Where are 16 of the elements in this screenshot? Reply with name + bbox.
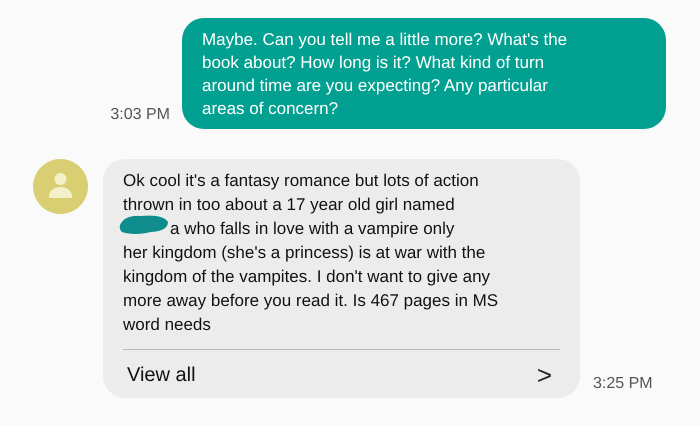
- view-all-button[interactable]: View all: [123, 360, 200, 390]
- message-text: Ok cool it's a fantasy romance but lots of action: [123, 170, 479, 192]
- message-time: 3:03 PM: [110, 105, 170, 125]
- message-time: 3:25 PM: [593, 374, 653, 394]
- message-text: areas of concern?: [202, 98, 338, 120]
- message-text: more away before you read it. Is 467 pages in MS: [123, 290, 498, 312]
- message-text: her kingdom (she's a princess) is at war with the: [123, 242, 486, 264]
- message-text: kingdom of the vampites. I don't want to give any: [123, 266, 490, 288]
- chevron-icon[interactable]: >: [536, 362, 560, 388]
- message-text: thrown in too about a 17 year old girl named: [123, 194, 455, 216]
- avatar-icon: [33, 159, 88, 214]
- message-text: around time are you expecting? Any particular: [202, 75, 548, 97]
- message-text: book about? How long is it? What kind of turn: [202, 52, 544, 74]
- message-text: a who falls in love with a vampire only: [170, 218, 454, 240]
- message-text: word needs: [123, 314, 211, 336]
- message-text: Maybe. Can you tell me a little more? What's the: [202, 29, 568, 51]
